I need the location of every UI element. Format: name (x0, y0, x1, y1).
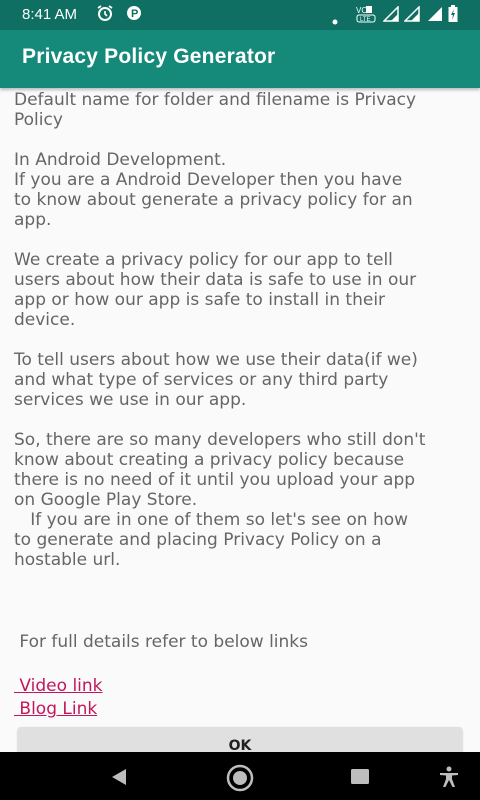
status-time: 8:41 AM (22, 6, 78, 23)
video-link[interactable]: Video link (14, 676, 102, 696)
status-bar: 8:41 AM P VO LTE (0, 0, 480, 30)
details-label: For full details refer to below links (14, 632, 309, 652)
svg-text:LTE: LTE (360, 17, 371, 23)
dot-icon (332, 11, 338, 29)
svg-text:VO: VO (356, 6, 368, 15)
app-bar: Privacy Policy Generator (0, 30, 480, 88)
home-icon[interactable] (226, 764, 254, 796)
body-text: Default name for folder and filename is … (14, 90, 426, 570)
accessibility-icon[interactable] (439, 766, 459, 792)
recents-icon[interactable] (350, 768, 370, 789)
svg-text:P: P (131, 8, 138, 20)
alarm-icon (96, 4, 114, 26)
back-icon[interactable] (110, 768, 128, 790)
content-area: Default name for folder and filename is … (14, 90, 470, 570)
signal-icon-2 (403, 5, 420, 26)
signal-icon (382, 5, 399, 26)
battery-icon (448, 5, 458, 27)
signal-icon-3 (427, 6, 443, 26)
volte-icon: VO LTE (356, 5, 378, 27)
blog-link[interactable]: Blog Link (14, 699, 97, 719)
nav-bar (0, 752, 480, 800)
p-app-icon: P (126, 4, 142, 26)
app-title: Privacy Policy Generator (22, 45, 276, 68)
